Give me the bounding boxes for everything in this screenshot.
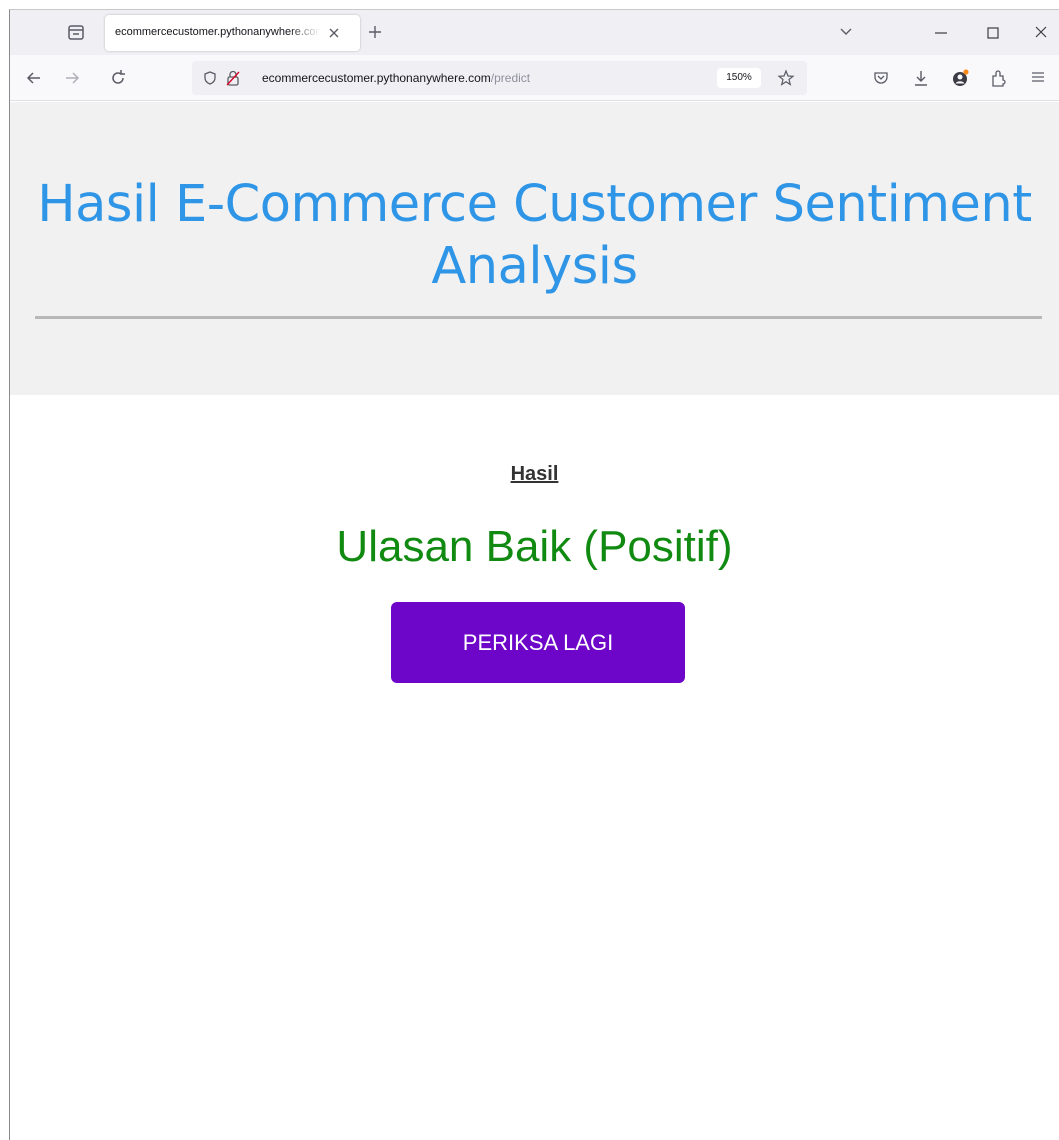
plus-icon[interactable] xyxy=(366,23,384,41)
url-bar[interactable]: ecommercecustomer.pythonanywhere.com/pre… xyxy=(192,61,807,95)
tab-title: ecommercecustomer.pythonanywhere.com/pre… xyxy=(115,26,320,38)
download-icon[interactable] xyxy=(912,68,930,88)
result-label: Hasil xyxy=(510,463,559,485)
tab-strip: ecommercecustomer.pythonanywhere.com/pre… xyxy=(10,10,1059,55)
maximize-icon[interactable] xyxy=(984,24,1002,42)
lock-icon[interactable] xyxy=(225,69,241,87)
sentiment-result: Ulasan Baik (Positif) xyxy=(336,522,733,571)
tab-active[interactable]: ecommercecustomer.pythonanywhere.com/pre… xyxy=(105,15,360,51)
account-icon[interactable] xyxy=(950,68,970,88)
zoom-level-badge[interactable]: 150% xyxy=(717,68,761,88)
check-again-button[interactable]: PERIKSA LAGI xyxy=(391,602,685,683)
tab-list-icon[interactable] xyxy=(65,22,87,44)
close-icon[interactable] xyxy=(327,26,341,40)
star-icon[interactable] xyxy=(777,69,795,87)
minimize-icon[interactable] xyxy=(932,24,950,42)
header-divider xyxy=(35,316,1042,319)
puzzle-icon[interactable] xyxy=(990,68,1008,88)
pocket-icon[interactable] xyxy=(872,69,890,87)
close-window-icon[interactable] xyxy=(1032,23,1050,41)
page-content: Hasil E-Commerce Customer Sentiment Anal… xyxy=(10,102,1059,1140)
page-title: Hasil E-Commerce Customer Sentiment Anal… xyxy=(37,175,1032,296)
url-host: ecommercecustomer.pythonanywhere.com xyxy=(262,71,491,85)
chevron-down-icon[interactable] xyxy=(838,25,854,39)
navigation-toolbar: ecommercecustomer.pythonanywhere.com/pre… xyxy=(10,55,1059,101)
reload-icon[interactable] xyxy=(108,68,128,88)
hamburger-menu-icon[interactable] xyxy=(1030,70,1046,84)
arrow-left-icon[interactable] xyxy=(24,69,44,87)
browser-window: ecommercecustomer.pythonanywhere.com/pre… xyxy=(9,9,1059,1140)
header-banner: Hasil E-Commerce Customer Sentiment Anal… xyxy=(10,102,1059,395)
arrow-right-icon[interactable] xyxy=(62,69,82,87)
url-text[interactable]: ecommercecustomer.pythonanywhere.com/pre… xyxy=(262,71,530,85)
shield-icon[interactable] xyxy=(202,70,218,86)
url-path: /predict xyxy=(490,71,531,85)
